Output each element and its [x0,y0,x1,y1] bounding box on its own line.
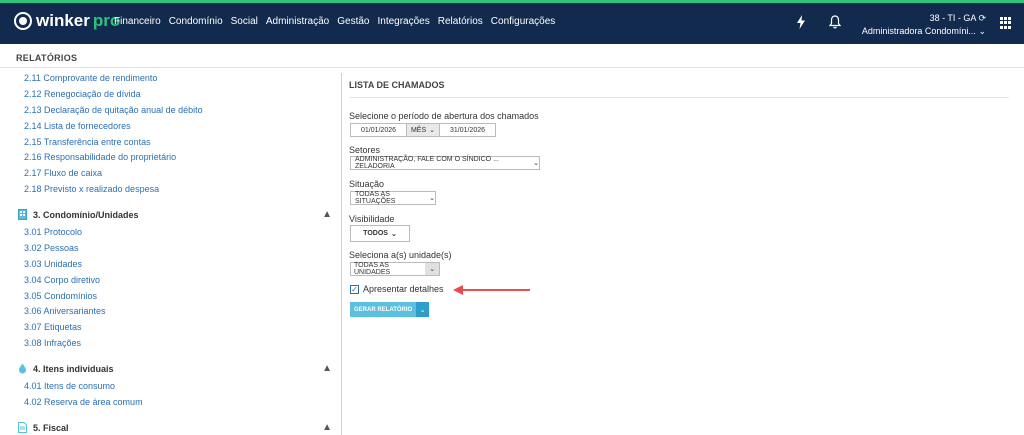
report-link[interactable]: 2.13 Declaração de quitação anual de déb… [24,105,203,115]
sectors-select[interactable]: ADMINISTRAÇÃO, FALE COM O SÍNDICO ... ZE… [350,156,540,170]
report-link[interactable]: 3.05 Condomínios [24,291,97,301]
chevron-down-icon: ⌄ [533,160,539,167]
winker-logo[interactable]: winker pro [14,11,120,31]
nav-integracoes[interactable]: Integrações [377,16,429,27]
page-title: RELATÓRIOS [16,53,78,63]
account-name: Administradora Condomíni... [861,26,976,36]
column-divider [341,73,342,435]
report-link[interactable]: 3.03 Unidades [24,259,82,269]
report-link[interactable]: 3.04 Corpo diretivo [24,275,100,285]
apps-grid-icon[interactable] [1000,17,1012,29]
section-fiscal[interactable]: 5. Fiscal [18,422,69,433]
chevron-up-icon[interactable]: ▲ [322,363,332,374]
visibility-label: Visibilidade [349,214,395,224]
period-label: Selecione o período de abertura dos cham… [349,111,539,121]
bell-icon[interactable] [828,15,842,32]
user-account[interactable]: 38 - TI - GA ⟳ Administradora Condomíni.… [862,12,986,38]
nav-condominio[interactable]: Condomínio [169,16,223,27]
report-title: LISTA DE CHAMADOS [349,80,445,90]
chevron-down-icon[interactable]: ⌄ [425,263,439,275]
period-mode-select[interactable]: MÊS ⌄ [406,123,440,137]
chevron-up-icon[interactable]: ▲ [322,422,332,433]
units-select[interactable]: TODAS AS UNIDADES ⌄ [350,262,440,276]
visibility-value: TODOS [363,230,388,237]
check-icon: ✓ [351,285,358,294]
report-link[interactable]: 4.01 Itens de consumo [24,381,115,391]
nav-social[interactable]: Social [231,16,258,27]
report-link[interactable]: 3.08 Infrações [24,338,81,348]
red-arrow-annotation [453,285,530,295]
nav-gestao[interactable]: Gestão [337,16,369,27]
section-condominio-unidades[interactable]: 3. Condomínio/Unidades [18,209,139,220]
account-code: 38 - TI - GA [929,13,976,23]
date-start-input[interactable]: 01/01/2026 [350,123,407,137]
lightning-icon[interactable] [796,15,806,32]
top-navbar: winker pro Financeiro Condomínio Social … [0,0,1024,44]
report-link[interactable]: 2.12 Renegociação de dívida [24,89,141,99]
chevron-down-icon[interactable]: ⌄ [978,26,986,36]
sectors-value: ADMINISTRAÇÃO, FALE COM O SÍNDICO ... ZE… [355,156,499,170]
logo-icon [14,12,32,30]
report-link[interactable]: 2.11 Comprovante de rendimento [24,73,157,83]
document-icon [18,422,27,433]
details-label: Apresentar detalhes [363,284,444,294]
chevron-down-icon[interactable]: ⌄ [416,302,430,317]
report-link[interactable]: 3.06 Aniversariantes [24,306,106,316]
report-link[interactable]: 3.07 Etiquetas [24,322,82,332]
divider [349,97,1009,98]
water-drop-icon [18,363,27,374]
chevron-up-icon[interactable]: ▲ [322,209,332,220]
date-end-input[interactable]: 31/01/2026 [439,123,496,137]
sectors-label: Setores [349,145,381,155]
date-end-value: 31/01/2026 [449,126,486,134]
report-link[interactable]: 2.17 Fluxo de caixa [24,168,102,178]
report-link[interactable]: 2.16 Responsabilidade do proprietário [24,152,176,162]
report-link[interactable]: 3.02 Pessoas [24,243,79,253]
main-menu: Financeiro Condomínio Social Administraç… [114,16,555,27]
date-start-value: 01/01/2026 [360,126,397,134]
situation-label: Situação [349,179,385,189]
visibility-select[interactable]: TODOS ⌄ [350,225,410,242]
report-link[interactable]: 2.14 Lista de fornecedores [24,121,131,131]
situation-value: TODAS AS SITUAÇÕES [355,191,396,205]
chevron-down-icon: ⌄ [390,230,397,238]
building-icon [18,209,27,220]
section-title: 4. Itens individuais [33,363,114,374]
units-label: Seleciona a(s) unidade(s) [349,250,452,260]
units-value: TODAS AS UNIDADES [354,262,391,276]
report-link[interactable]: 3.01 Protocolo [24,227,82,237]
generate-report-button[interactable]: GERAR RELATÓRIO [350,302,417,317]
chevron-down-icon: ⌄ [429,195,435,202]
nav-financeiro[interactable]: Financeiro [114,16,161,27]
period-mode-value: MÊS [410,126,427,134]
refresh-icon[interactable]: ⟳ [978,13,986,23]
report-link[interactable]: 2.18 Previsto x realizado despesa [24,184,159,194]
chevron-down-icon: ⌄ [429,127,436,134]
section-title: 3. Condomínio/Unidades [33,209,139,220]
generate-report-button-group: GERAR RELATÓRIO ⌄ [350,302,430,317]
section-title: 5. Fiscal [33,422,69,433]
report-link[interactable]: 2.15 Transferência entre contas [24,137,151,147]
nav-configuracoes[interactable]: Configurações [491,16,555,27]
report-link[interactable]: 4.02 Reserva de área comum [24,397,143,407]
nav-relatorios[interactable]: Relatórios [438,16,483,27]
section-itens-individuais[interactable]: 4. Itens individuais [18,363,114,374]
brand-name: winker [36,11,90,30]
divider [0,67,1024,68]
nav-administracao[interactable]: Administração [266,16,329,27]
situation-select[interactable]: TODAS AS SITUAÇÕES ⌄ [350,191,436,205]
details-checkbox[interactable]: ✓ [350,285,359,294]
